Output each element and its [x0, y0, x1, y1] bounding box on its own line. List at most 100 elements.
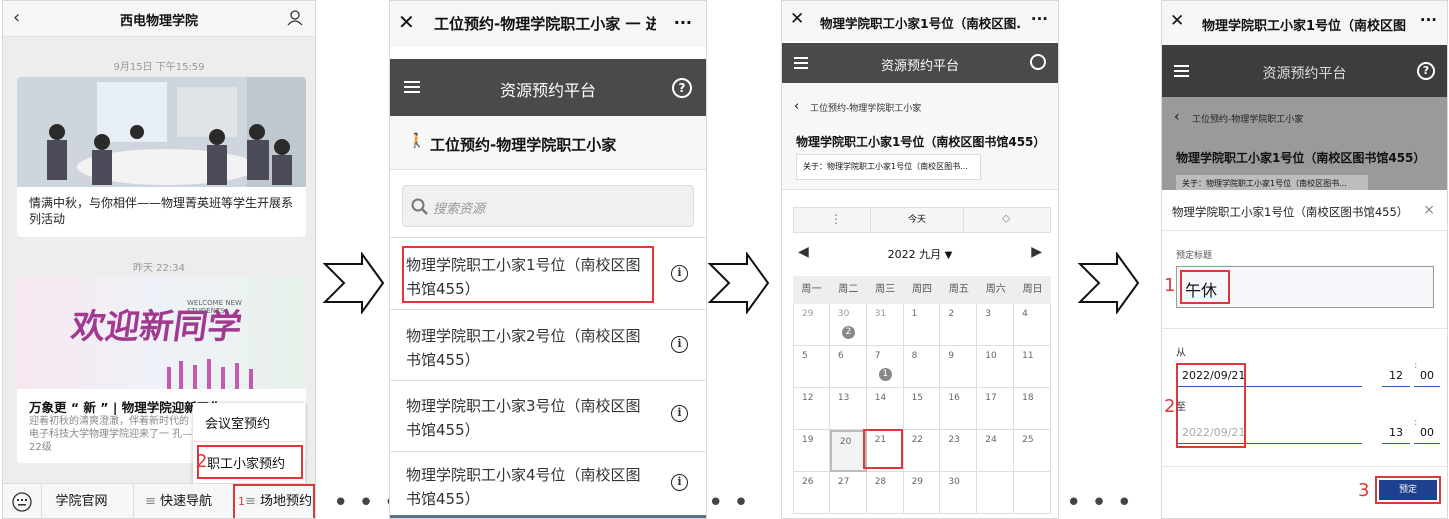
tag-icon[interactable]: ⬦: [1002, 211, 1010, 226]
calendar-day[interactable]: 3: [977, 304, 1015, 346]
about-box[interactable]: 关于：物理学院职工小家1号位（南校区图书...: [796, 154, 981, 180]
calendar-day[interactable]: 13: [829, 388, 867, 430]
calendar-day[interactable]: 30 2: [829, 304, 867, 346]
article-card[interactable]: 情满中秋，与你相伴——物理菁英班等学生开展系列活动: [17, 77, 306, 237]
calendar-day[interactable]: 6: [829, 346, 867, 388]
top-bar: ✕ 物理学院职工小家1号位（南校区图... ···: [1162, 1, 1447, 45]
platform-title: 资源预约平台: [1262, 66, 1347, 82]
more-icon[interactable]: ···: [674, 13, 692, 32]
calendar-day[interactable]: 1: [903, 304, 941, 346]
help-icon[interactable]: ?: [672, 78, 692, 98]
back-icon[interactable]: ‹: [794, 99, 799, 114]
day-number: 18: [1022, 393, 1034, 403]
info-icon[interactable]: i: [671, 336, 688, 353]
next-month-icon[interactable]: ▶: [1031, 244, 1042, 260]
day-number: 23: [948, 435, 960, 445]
info-icon[interactable]: i: [671, 265, 688, 282]
menu-item-staff-home[interactable]: 职工小家预约: [207, 453, 285, 472]
help-icon[interactable]: [1030, 54, 1046, 70]
calendar-day[interactable]: 9: [940, 346, 978, 388]
reserve-popup-menu: 会议室预约 职工小家预约 2: [193, 403, 305, 483]
calendar-day[interactable]: 20: [829, 430, 867, 472]
calendar-day[interactable]: 23: [940, 430, 978, 472]
calendar-day[interactable]: 5: [793, 346, 830, 388]
flow-arrow-icon: [707, 252, 770, 314]
day-number: 15: [911, 393, 924, 403]
resource-name: 物理学院职工小家3号位（南校区图书馆455）: [406, 397, 641, 439]
platform-title: 资源预约平台: [880, 59, 959, 74]
menu-item-meeting-room[interactable]: 会议室预约: [205, 413, 270, 432]
tab-quick-nav[interactable]: ≡ 快速导航: [133, 484, 223, 518]
keyboard-icon[interactable]: [11, 492, 33, 512]
calendar-day[interactable]: 2: [940, 304, 978, 346]
info-icon[interactable]: i: [671, 474, 688, 491]
search-input[interactable]: 搜索资源: [402, 185, 694, 227]
resource-item[interactable]: 物理学院职工小家3号位（南校区图书馆455） i: [390, 380, 706, 451]
reserve-button[interactable]: 预定: [1379, 480, 1437, 500]
calendar-day[interactable]: 29: [903, 472, 941, 514]
info-icon[interactable]: i: [671, 405, 688, 422]
calendar-day[interactable]: [1014, 472, 1051, 514]
calendar-day[interactable]: 22: [903, 430, 941, 472]
calendar-day[interactable]: 26: [793, 472, 830, 514]
calendar-day[interactable]: 71: [866, 346, 904, 388]
resource-name: 物理学院职工小家4号位（南校区图书馆455）: [406, 466, 641, 508]
from-minute-input[interactable]: 00: [1414, 365, 1440, 387]
close-icon[interactable]: ✕: [1170, 11, 1184, 31]
calendar-day[interactable]: [977, 472, 1015, 514]
calendar-day[interactable]: 31: [866, 304, 904, 346]
today-button[interactable]: 今天: [870, 208, 964, 232]
calendar-day[interactable]: 27: [829, 472, 867, 514]
breadcrumb[interactable]: 工位预约-物理学院职工小家: [810, 101, 921, 114]
calendar-day[interactable]: 18: [1014, 388, 1051, 430]
day-number: 30: [837, 309, 850, 319]
close-icon[interactable]: ✕: [398, 10, 415, 34]
calendar-day[interactable]: 25: [1014, 430, 1051, 472]
dimmed-background: ‹ 工位预约-物理学院职工小家 物理学院职工小家1号位（南校区图书馆455） 关…: [1162, 97, 1447, 192]
close-dialog-icon[interactable]: ×: [1423, 202, 1435, 218]
step-number: 1: [1164, 275, 1176, 296]
to-hour-input[interactable]: 13: [1382, 422, 1410, 444]
tab-venue-booking[interactable]: 1≡ 场地预约: [235, 484, 315, 518]
day-number: 14: [874, 393, 887, 403]
field-label: 预定标题: [1176, 251, 1213, 261]
more-vert-icon[interactable]: ⋮: [830, 212, 842, 226]
calendar-day[interactable]: 4: [1014, 304, 1051, 346]
calendar-day[interactable]: 12: [793, 388, 830, 430]
more-icon[interactable]: ···: [1420, 11, 1437, 29]
tab-college-site[interactable]: 学院官网: [41, 484, 121, 518]
weekday-header: 周六: [977, 276, 1015, 304]
step-number: 2: [1164, 396, 1176, 417]
resource-item[interactable]: 物理学院职工小家4号位（南校区图书馆455） i: [390, 451, 706, 518]
calendar-day[interactable]: 10: [977, 346, 1015, 388]
calendar-toolbar: ⋮ 今天 ⬦: [793, 207, 1051, 233]
day-number: 25: [1022, 435, 1034, 445]
platform-title: 资源预约平台: [499, 81, 596, 100]
calendar-day[interactable]: 16: [940, 388, 978, 430]
calendar-day[interactable]: 28: [866, 472, 904, 514]
user-icon[interactable]: [287, 10, 303, 26]
to-minute-input[interactable]: 00: [1414, 422, 1440, 444]
back-icon: ‹: [1174, 109, 1180, 125]
page-title: 西电物理学院: [119, 14, 198, 29]
from-hour-input[interactable]: 12: [1382, 365, 1410, 387]
platform-header: 资源预约平台 ?: [390, 59, 706, 116]
highlight-box: [1180, 270, 1230, 304]
calendar-day[interactable]: 11: [1014, 346, 1051, 388]
calendar-day[interactable]: 8: [903, 346, 941, 388]
calendar-day[interactable]: 24: [977, 430, 1015, 472]
top-bar: ✕ 工位预约-物理学院职工小家 一 进... ···: [390, 1, 706, 47]
month-selector[interactable]: 2022 九月 ▼: [782, 246, 1058, 262]
day-number: 6: [837, 351, 844, 361]
resource-item[interactable]: 物理学院职工小家2号位（南校区图书馆455） i: [390, 309, 706, 380]
calendar-day[interactable]: 30: [940, 472, 978, 514]
calendar-day[interactable]: 19: [793, 430, 830, 472]
calendar-day[interactable]: 14: [866, 388, 904, 430]
more-icon[interactable]: ···: [1031, 10, 1048, 28]
weekday-header: 周一: [793, 276, 830, 304]
calendar-day[interactable]: 17: [977, 388, 1015, 430]
close-icon[interactable]: ✕: [790, 9, 804, 29]
help-icon[interactable]: ?: [1417, 62, 1435, 80]
calendar-day[interactable]: 15: [903, 388, 941, 430]
calendar-day[interactable]: 29: [793, 304, 830, 346]
